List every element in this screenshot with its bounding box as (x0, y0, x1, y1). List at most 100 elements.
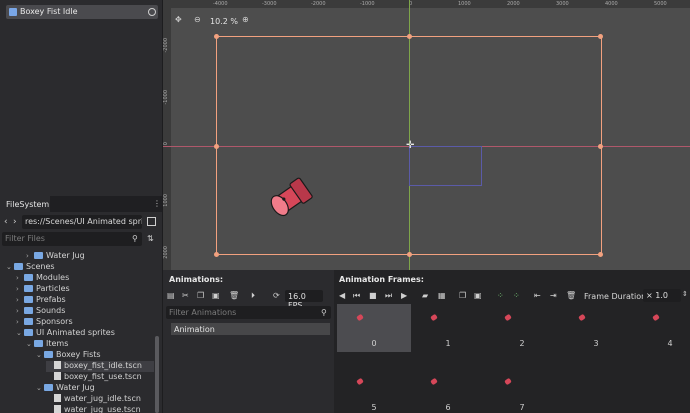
expand-arrow-icon[interactable]: › (16, 285, 24, 293)
tree-folder-item[interactable]: › Prefabs (16, 295, 154, 306)
insert-before-icon[interactable]: ⁘ (497, 291, 504, 300)
tree-item-label: water_jug_idle.tscn (64, 394, 141, 403)
play-icon[interactable]: ▶ (401, 291, 407, 300)
expand-arrow-icon[interactable]: ⌄ (36, 351, 44, 359)
tree-folder-item[interactable]: ⌄ Items (26, 339, 154, 350)
zoom-level[interactable]: 10.2 % (210, 17, 238, 26)
scene-file-icon (54, 405, 61, 413)
frame-index: 1 (445, 339, 451, 348)
cut-icon[interactable]: ✂ (182, 291, 189, 300)
resize-handle[interactable] (407, 34, 412, 39)
dock-menu-icon[interactable]: ⋮ (153, 199, 161, 208)
tree-item-label: Sponsors (36, 317, 73, 326)
expand-arrow-icon[interactable]: ⌄ (36, 384, 44, 392)
fps-input[interactable]: 16.0 FPS (285, 290, 323, 310)
tree-folder-item[interactable]: › Sounds (16, 306, 154, 317)
tree-item-label: Prefabs (36, 295, 66, 304)
resize-handle[interactable] (214, 144, 219, 149)
tree-folder-item[interactable]: ⌄ Water Jug (36, 383, 154, 394)
frame-cell[interactable]: 3 (559, 304, 633, 352)
frame-cell[interactable]: 1 (411, 304, 485, 352)
tree-folder-item[interactable]: › Water Jug (26, 251, 154, 262)
filter-animations-input[interactable]: Filter Animations (166, 306, 331, 319)
folder-icon (24, 274, 33, 281)
tree-folder-item[interactable]: ⌄ Boxey Fists (36, 350, 154, 361)
spinner-arrows-icon[interactable]: ⇕ (682, 290, 688, 298)
paste-frame-icon[interactable]: ▣ (474, 291, 482, 300)
tree-folder-item[interactable]: › Particles (16, 284, 154, 295)
expand-arrow-icon[interactable]: › (16, 318, 24, 326)
frame-duration-label: Frame Duration: (584, 292, 649, 301)
tree-folder-item[interactable]: ⌄ UI Animated sprites (16, 328, 154, 339)
ruler-tick-label: -2000 (163, 38, 169, 53)
paste-icon[interactable]: ▣ (212, 291, 220, 300)
back-arrow-icon[interactable]: ‹ (4, 217, 8, 227)
resize-handle[interactable] (598, 252, 603, 257)
move-right-icon[interactable]: ⇥ (550, 291, 557, 300)
delete-icon[interactable]: 🗑 (229, 291, 239, 300)
tree-folder-item[interactable]: › Sponsors (16, 317, 154, 328)
tree-file-item[interactable]: water_jug_use.tscn (46, 405, 154, 413)
insert-after-icon[interactable]: ⁘ (513, 291, 520, 300)
tree-folder-item[interactable]: › Modules (16, 273, 154, 284)
loop-icon[interactable]: ⟳ (273, 291, 280, 300)
tree-file-item[interactable]: water_jug_idle.tscn (46, 394, 154, 405)
frame-cell[interactable]: 7 (485, 368, 559, 413)
resize-handle[interactable] (598, 144, 603, 149)
scene-node-row[interactable]: Boxey Fist Idle (6, 5, 158, 19)
animation-list-item[interactable]: Animation (171, 323, 330, 335)
frame-cell[interactable]: 6 (411, 368, 485, 413)
zoom-in-icon[interactable]: ⊕ (242, 15, 249, 24)
stop-icon[interactable]: ■ (369, 291, 377, 300)
forward-arrow-icon[interactable]: › (13, 217, 17, 227)
expand-arrow-icon[interactable]: › (16, 274, 24, 282)
expand-arrow-icon[interactable]: ⌄ (16, 329, 24, 337)
animated-sprite-icon (9, 8, 17, 16)
expand-arrow-icon[interactable]: ⌄ (26, 340, 34, 348)
filter-files-input[interactable]: Filter Files (2, 232, 142, 246)
load-folder-icon[interactable]: ▰ (422, 291, 428, 300)
frame-duration-input[interactable]: × 1.0 (643, 289, 681, 302)
sprite-sheet-icon[interactable]: ▦ (438, 291, 446, 300)
play-backwards-from-end-icon[interactable]: ⏮ (353, 291, 360, 301)
filesystem-tabbar: FileSystem ⋮ (0, 196, 162, 212)
tree-file-item[interactable]: boxey_fist_idle.tscn (46, 361, 154, 372)
play-from-start-icon[interactable]: ⏭ (385, 291, 392, 301)
expand-arrow-icon[interactable]: › (16, 296, 24, 304)
new-animation-icon[interactable]: ▤ (167, 291, 175, 300)
path-input[interactable]: res://Scenes/UI Animated sprites/ (22, 215, 142, 229)
move-left-icon[interactable]: ⇤ (534, 291, 541, 300)
resize-handle[interactable] (214, 34, 219, 39)
tree-folder-item[interactable]: ⌄ Scenes (6, 262, 154, 273)
pivot-cross-icon[interactable]: ✛ (406, 140, 414, 151)
expand-arrow-icon[interactable]: › (26, 252, 34, 260)
resize-handle[interactable] (214, 252, 219, 257)
expand-arrow-icon[interactable]: › (16, 307, 24, 315)
tab-filesystem[interactable]: FileSystem (0, 196, 50, 212)
autoplay-icon[interactable]: ⏵ (251, 291, 255, 301)
boxey-fist-sprite[interactable] (263, 172, 323, 228)
ruler-horizontal: -4000 -3000 -2000 -1000 0 1000 2000 3000 4000 500… (163, 0, 690, 8)
frame-cell[interactable]: 2 (485, 304, 559, 352)
visibility-eye-icon[interactable] (148, 8, 156, 16)
resize-handle[interactable] (598, 34, 603, 39)
copy-icon[interactable]: ❐ (197, 291, 204, 300)
copy-frame-icon[interactable]: ❐ (459, 291, 466, 300)
play-backwards-icon[interactable]: ◀ (339, 291, 345, 300)
pan-icon[interactable]: ✥ (175, 15, 182, 24)
sort-icon[interactable]: ⇅ (147, 234, 154, 243)
tree-file-item[interactable]: boxey_fist_use.tscn (46, 372, 154, 383)
delete-frame-icon[interactable]: 🗑 (566, 291, 576, 300)
frame-cell[interactable]: 5 (337, 368, 411, 413)
resize-handle[interactable] (407, 252, 412, 257)
ruler-tick-label: -3000 (262, 1, 277, 7)
expand-arrow-icon[interactable]: ⌄ (6, 263, 14, 271)
scene-node-label: Boxey Fist Idle (20, 7, 78, 16)
split-view-icon[interactable] (147, 217, 156, 226)
frame-cell[interactable]: 0 (337, 304, 411, 352)
canvas-viewport[interactable]: -4000 -3000 -2000 -1000 0 1000 2000 3000 4000 500… (163, 0, 690, 270)
file-tree-scrollbar[interactable] (155, 336, 159, 413)
frame-cell[interactable]: 4 (633, 304, 690, 352)
zoom-out-icon[interactable]: ⊖ (194, 15, 201, 24)
frame-thumbnail (504, 313, 512, 322)
